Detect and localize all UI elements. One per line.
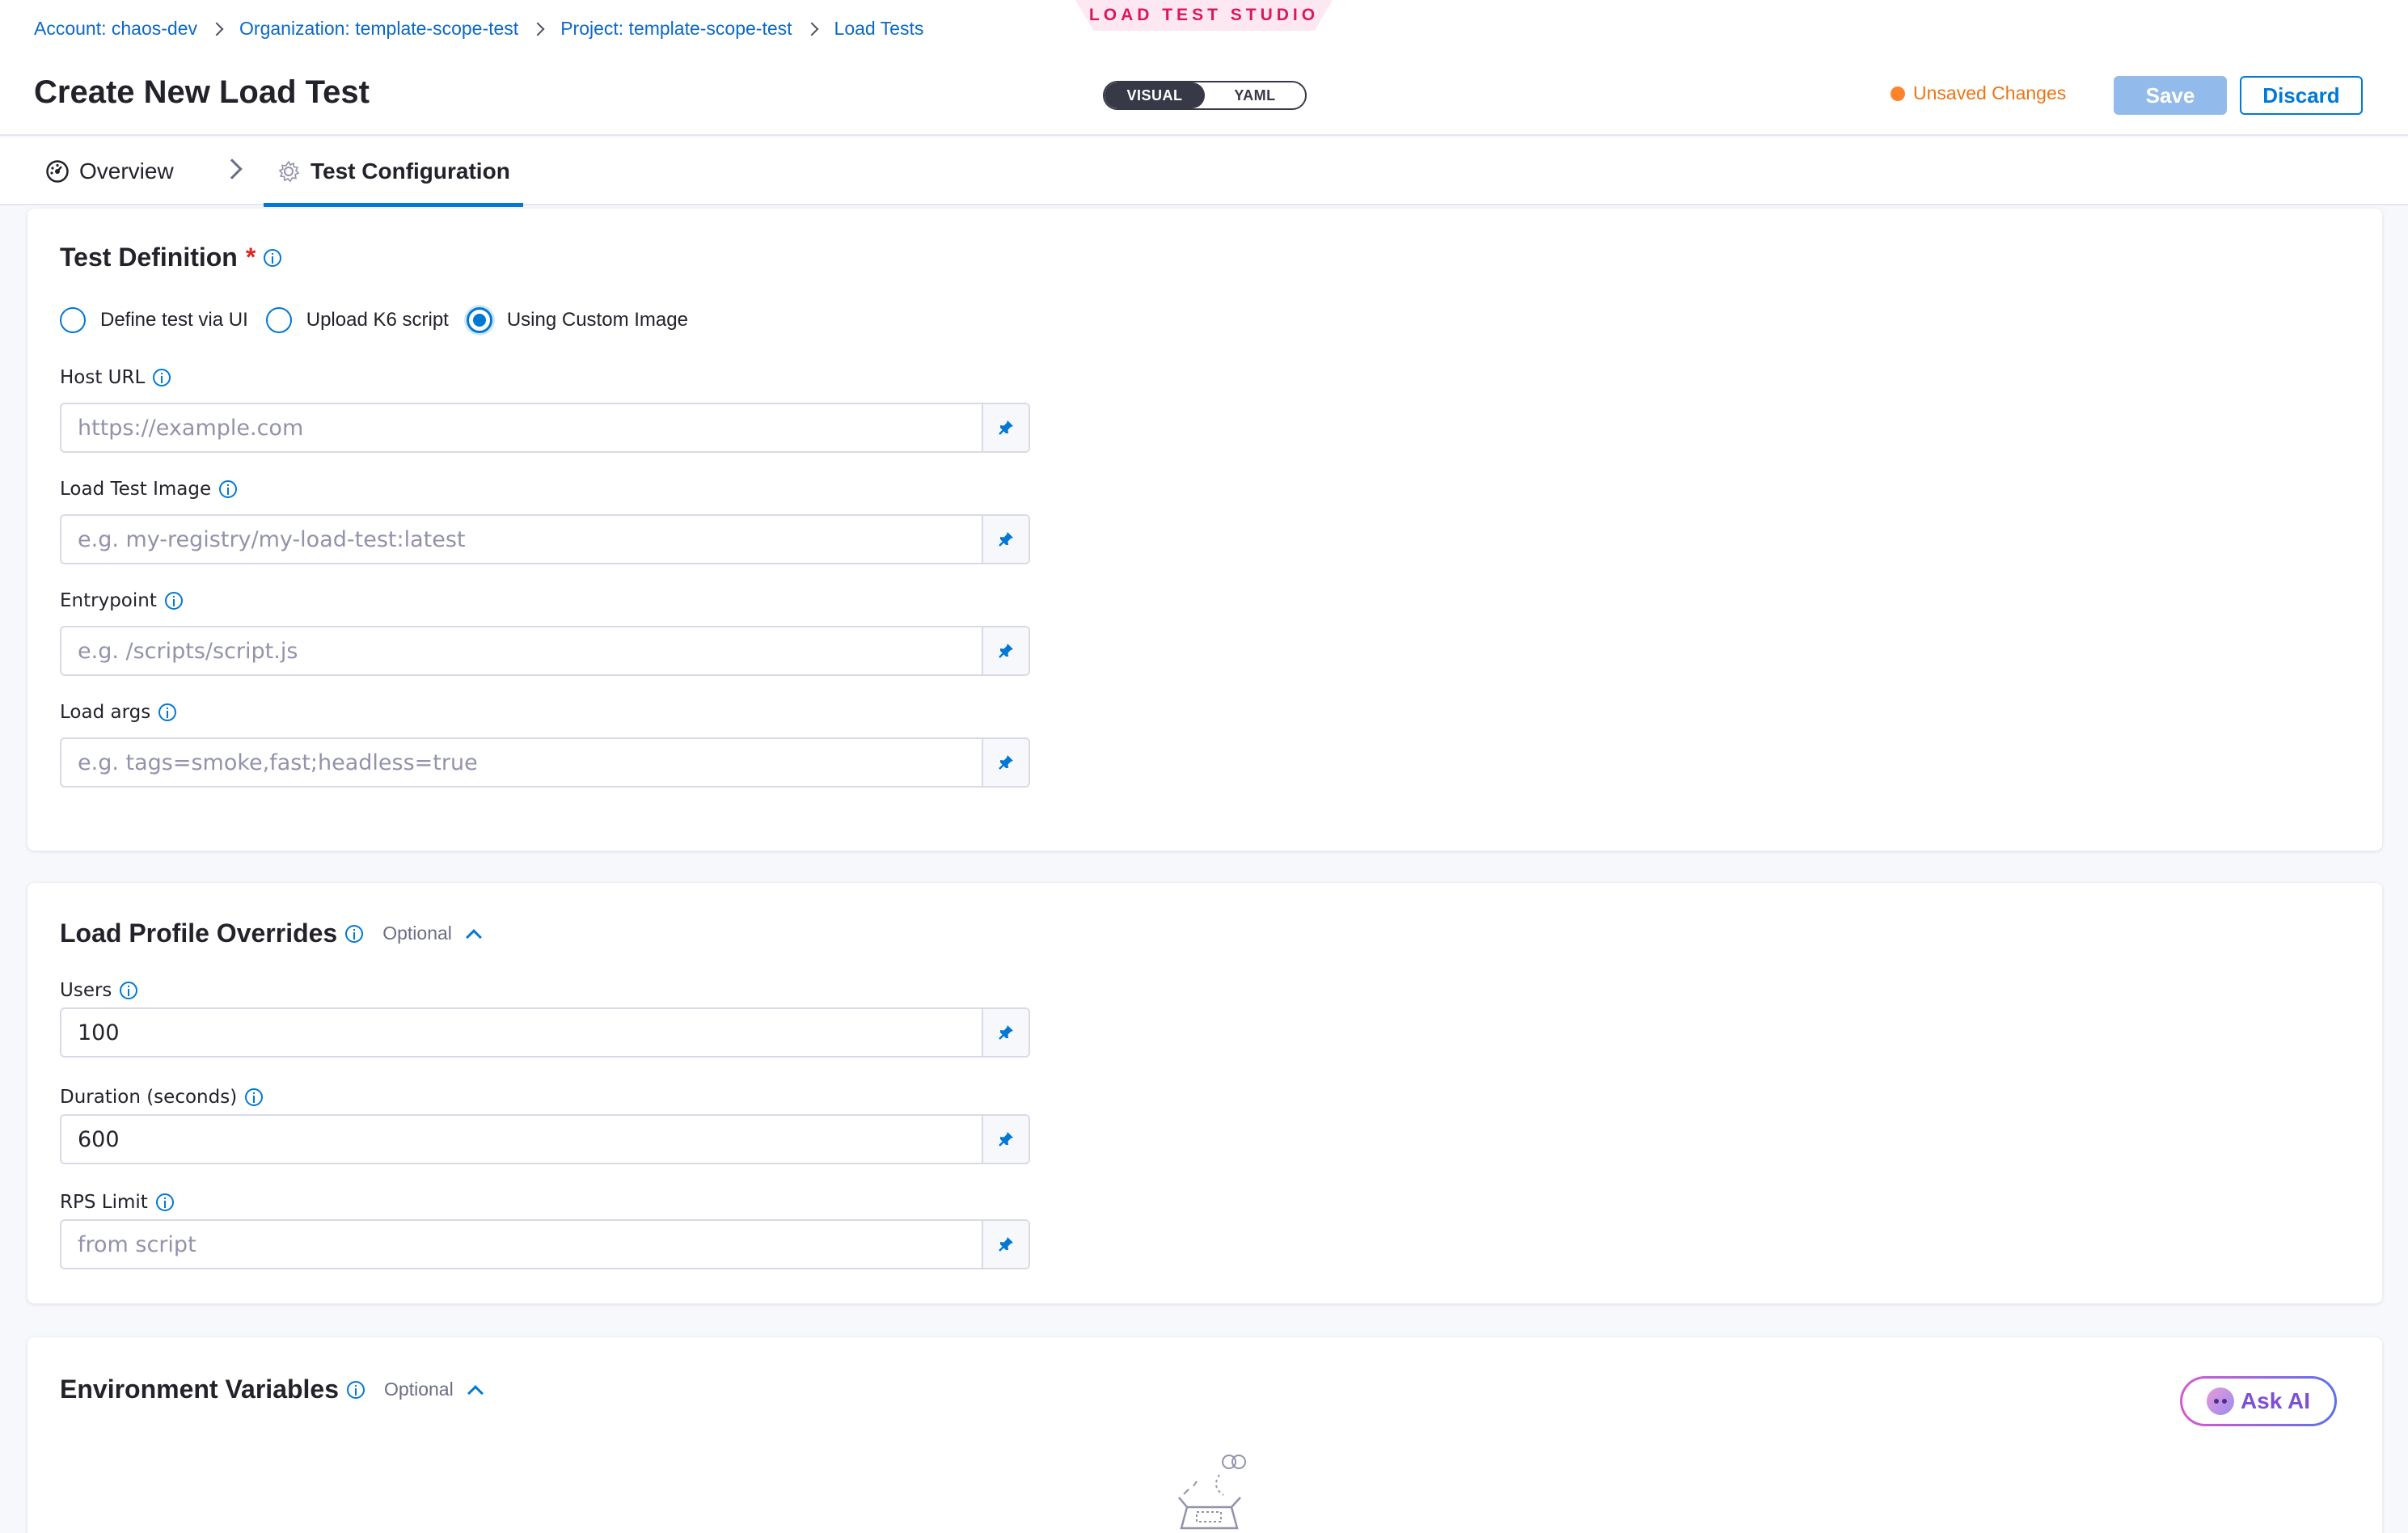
info-icon[interactable]	[219, 480, 238, 498]
load-args-field	[60, 737, 1030, 788]
load-test-image-field	[60, 514, 1030, 564]
pin-icon[interactable]	[982, 404, 1029, 451]
ask-ai-label: Ask AI	[2240, 1388, 2311, 1413]
pin-icon[interactable]	[982, 627, 1029, 674]
gear-icon	[277, 159, 301, 184]
entrypoint-label: Entrypoint	[60, 590, 183, 611]
optional-label: Optional	[382, 923, 452, 944]
chevron-up-icon[interactable]	[465, 928, 482, 945]
info-icon[interactable]	[345, 924, 364, 943]
info-icon[interactable]	[245, 1088, 264, 1106]
entrypoint-label-text: Entrypoint	[60, 590, 157, 611]
breadcrumb-load-tests[interactable]: Load Tests	[834, 18, 924, 40]
load-args-label-text: Load args	[60, 702, 151, 723]
breadcrumb-project[interactable]: Project: template-scope-test	[560, 18, 792, 40]
rps-limit-label-text: RPS Limit	[60, 1192, 148, 1213]
chevron-right-icon	[805, 22, 819, 36]
test-definition-title-text: Test Definition	[60, 243, 238, 272]
info-icon[interactable]	[155, 1193, 174, 1211]
load-args-label: Load args	[60, 702, 177, 723]
duration-label-text: Duration (seconds)	[60, 1087, 238, 1108]
required-mark: *	[245, 243, 256, 272]
ask-ai-button[interactable]: Ask AI	[2180, 1376, 2337, 1426]
radio-upload-k6-script[interactable]: Upload K6 script	[265, 307, 449, 333]
load-test-image-label: Load Test Image	[60, 479, 238, 500]
empty-state-illustration-icon	[1155, 1451, 1260, 1533]
mode-toggle: VISUAL YAML	[1103, 81, 1307, 110]
entrypoint-field	[60, 626, 1030, 676]
environment-variables-card: Environment Variables Optional Ask AI	[27, 1337, 2382, 1533]
duration-input[interactable]	[61, 1116, 982, 1163]
tab-overview[interactable]: Overview	[45, 137, 174, 205]
unsaved-changes-label: Unsaved Changes	[1913, 82, 2067, 103]
rps-limit-field	[60, 1219, 1030, 1269]
info-icon[interactable]	[264, 248, 282, 267]
breadcrumb: Account: chaos-dev Organization: templat…	[34, 18, 923, 40]
rps-limit-label: RPS Limit	[60, 1192, 174, 1213]
discard-button[interactable]: Discard	[2240, 76, 2363, 115]
entrypoint-input[interactable]	[61, 627, 982, 674]
tab-config-label: Test Configuration	[311, 158, 510, 184]
radio-circle[interactable]	[265, 307, 292, 333]
info-icon[interactable]	[153, 369, 171, 386]
test-definition-options: Define test via UI Upload K6 script Usin…	[60, 307, 706, 333]
radio-circle[interactable]	[60, 307, 86, 333]
load-profile-title-text: Load Profile Overrides	[60, 919, 338, 948]
pin-icon[interactable]	[982, 739, 1029, 786]
env-vars-title: Environment Variables Optional	[60, 1375, 484, 1404]
visual-mode-button[interactable]: VISUAL	[1105, 82, 1205, 108]
page-header: LOAD TEST STUDIO Account: chaos-dev Orga…	[0, 0, 2408, 136]
rps-limit-input[interactable]	[61, 1221, 982, 1268]
test-definition-card: Test Definition * Define test via UI Upl…	[27, 209, 2382, 851]
dashboard-icon	[45, 159, 70, 184]
test-definition-title: Test Definition *	[60, 243, 282, 272]
unsaved-changes-indicator: Unsaved Changes	[1890, 82, 2066, 104]
load-test-image-label-text: Load Test Image	[60, 479, 212, 500]
info-icon[interactable]	[158, 703, 177, 721]
load-profile-card: Load Profile Overrides Optional Users Du…	[27, 883, 2382, 1303]
yaml-mode-button[interactable]: YAML	[1205, 82, 1305, 108]
bot-icon	[2206, 1387, 2234, 1415]
radio-label: Using Custom Image	[506, 309, 688, 331]
chevron-up-icon[interactable]	[467, 1384, 484, 1401]
chevron-right-icon	[209, 22, 224, 36]
studio-tag: LOAD TEST STUDIO	[1075, 0, 1333, 31]
duration-label: Duration (seconds)	[60, 1087, 264, 1108]
tab-test-configuration[interactable]: Test Configuration	[264, 137, 523, 207]
chevron-right-icon	[530, 22, 545, 36]
users-field	[60, 1007, 1030, 1058]
info-icon[interactable]	[120, 982, 138, 999]
wizard-tabs: Overview Test Configuration	[0, 137, 2408, 207]
users-label: Users	[60, 980, 138, 1001]
duration-field	[60, 1114, 1030, 1164]
info-icon[interactable]	[164, 592, 183, 610]
users-label-text: Users	[60, 980, 112, 1001]
radio-define-via-ui[interactable]: Define test via UI	[60, 307, 248, 333]
info-icon[interactable]	[347, 1380, 365, 1399]
pin-icon[interactable]	[982, 1116, 1029, 1163]
radio-label: Upload K6 script	[306, 309, 449, 331]
pin-icon[interactable]	[982, 1009, 1029, 1056]
env-vars-title-text: Environment Variables	[60, 1375, 340, 1404]
host-url-field	[60, 403, 1030, 453]
users-input[interactable]	[61, 1009, 982, 1056]
radio-label: Define test via UI	[100, 309, 248, 331]
breadcrumb-organization[interactable]: Organization: template-scope-test	[239, 18, 518, 40]
optional-label: Optional	[384, 1379, 454, 1400]
unsaved-dot-icon	[1890, 86, 1905, 101]
host-url-label: Host URL	[60, 367, 171, 388]
pin-icon[interactable]	[982, 516, 1029, 563]
load-args-input[interactable]	[61, 739, 982, 786]
tab-overview-label: Overview	[79, 158, 174, 184]
host-url-label-text: Host URL	[60, 367, 146, 388]
pin-icon[interactable]	[982, 1221, 1029, 1268]
save-button[interactable]: Save	[2114, 76, 2227, 115]
radio-custom-image[interactable]: Using Custom Image	[466, 307, 688, 333]
breadcrumb-account[interactable]: Account: chaos-dev	[34, 18, 197, 40]
load-test-image-input[interactable]	[61, 516, 982, 563]
host-url-input[interactable]	[61, 404, 982, 451]
load-profile-title: Load Profile Overrides Optional	[60, 919, 482, 948]
radio-circle-checked[interactable]	[466, 307, 492, 333]
page-title: Create New Load Test	[34, 74, 370, 110]
